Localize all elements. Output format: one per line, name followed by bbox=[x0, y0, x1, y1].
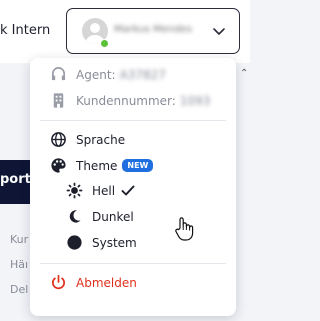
theme-menu-item[interactable]: Theme NEW bbox=[50, 157, 154, 174]
new-badge: NEW bbox=[122, 159, 154, 172]
sun-icon bbox=[66, 182, 83, 199]
customer-info: Kundennummer: 1093 bbox=[50, 92, 210, 109]
theme-label: Theme bbox=[76, 158, 118, 173]
checkmark-icon bbox=[121, 185, 135, 195]
customer-number-label: Kundennummer: bbox=[76, 93, 176, 108]
chevron-down-icon bbox=[213, 28, 225, 35]
theme-option-dark[interactable]: Dunkel bbox=[66, 208, 134, 225]
theme-option-label: System bbox=[92, 235, 137, 250]
user-menu-button[interactable]: Markus Mendes bbox=[66, 8, 240, 54]
background-caret: ⌃ bbox=[240, 68, 249, 79]
language-menu-item[interactable]: Sprache bbox=[50, 131, 125, 148]
power-icon bbox=[52, 274, 65, 290]
agent-label: Agent: bbox=[76, 67, 116, 82]
top-bar: k Intern Markus Mendes bbox=[0, 0, 250, 63]
building-icon bbox=[53, 93, 64, 108]
user-dropdown-menu: Agent: A37827 Kundennummer: 1093 Sprache… bbox=[30, 58, 236, 316]
moon-icon bbox=[69, 210, 81, 223]
theme-option-label: Dunkel bbox=[92, 209, 134, 224]
user-name: Markus Mendes bbox=[114, 24, 192, 35]
agent-info: Agent: A37827 bbox=[50, 66, 166, 83]
divider bbox=[40, 120, 226, 121]
hand-cursor-icon bbox=[175, 217, 194, 241]
agent-value: A37827 bbox=[119, 67, 166, 82]
theme-option-system[interactable]: System bbox=[66, 234, 137, 251]
app-title: k Intern bbox=[0, 23, 51, 38]
theme-option-light[interactable]: Hell bbox=[66, 182, 135, 199]
circle-icon bbox=[67, 235, 82, 250]
logout-menu-item[interactable]: Abmelden bbox=[50, 274, 137, 291]
online-status-dot bbox=[100, 39, 109, 48]
theme-option-label: Hell bbox=[92, 183, 116, 198]
logout-label: Abmelden bbox=[76, 275, 137, 290]
headset-icon bbox=[51, 67, 66, 81]
globe-icon bbox=[51, 132, 66, 147]
divider bbox=[40, 263, 226, 264]
language-label: Sprache bbox=[76, 132, 126, 147]
palette-icon bbox=[51, 158, 66, 173]
customer-number-value: 1093 bbox=[179, 93, 211, 108]
